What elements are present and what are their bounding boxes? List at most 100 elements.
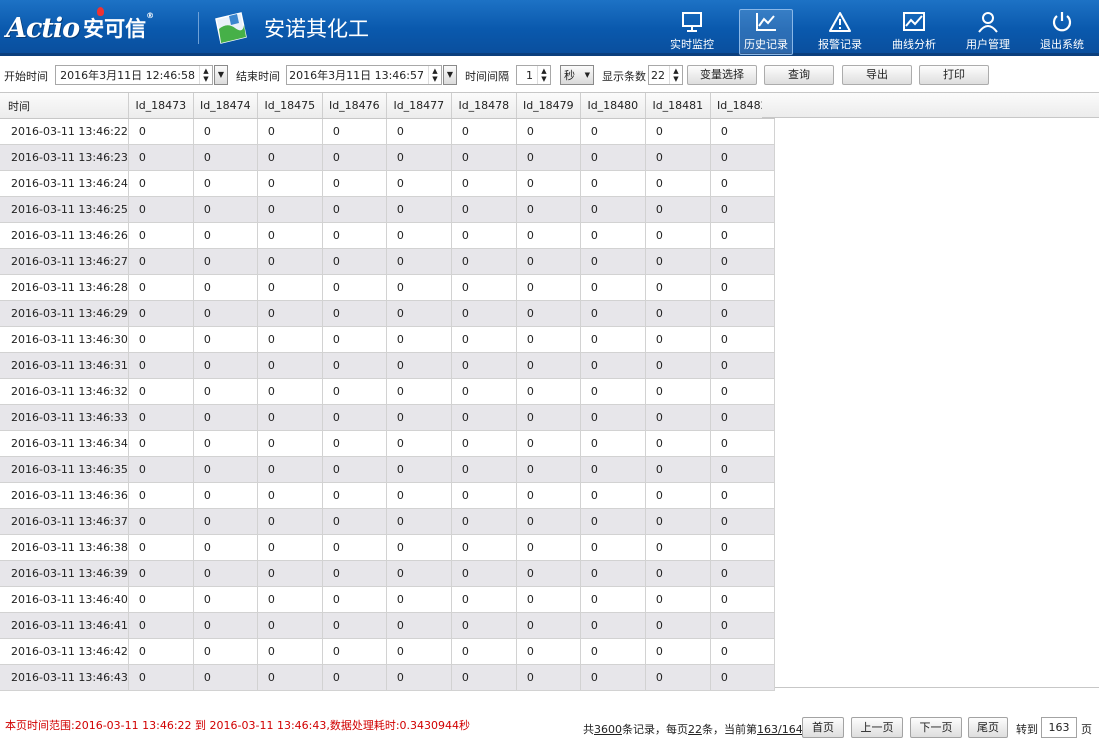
cell-value: 0 [580,482,646,509]
start-time-value: 2016年3月11日 12:46:58 [60,69,195,82]
nav-curve-analysis[interactable]: 曲线分析 [877,0,951,53]
column-header[interactable]: Id_18474 [193,93,258,119]
cell-value: 0 [386,430,452,457]
cell-value: 0 [322,612,387,639]
first-page-button[interactable]: 首页 [802,717,844,738]
next-page-button[interactable]: 下一页 [910,717,962,738]
column-header[interactable]: Id_18473 [128,93,194,119]
table-row[interactable]: 2016-03-11 13:46:23 0 0 0 0 0 0 0 0 0 0 [0,144,775,171]
cell-value: 0 [580,404,646,431]
interval-input[interactable]: 1 ▲ ▼ [516,65,551,85]
cell-value: 0 [710,378,775,405]
end-time-spinner[interactable]: ▲ ▼ [428,66,441,84]
cell-value: 0 [645,534,711,561]
query-button[interactable]: 查询 [764,65,834,85]
table-row[interactable]: 2016-03-11 13:46:29 0 0 0 0 0 0 0 0 0 0 [0,300,775,327]
end-time-dropdown[interactable]: ▼ [443,65,457,85]
table-row[interactable]: 2016-03-11 13:46:35 0 0 0 0 0 0 0 0 0 0 [0,456,775,483]
cell-value: 0 [516,404,581,431]
cell-value: 0 [645,248,711,275]
pager-text: 共 [583,723,594,736]
table-row[interactable]: 2016-03-11 13:46:34 0 0 0 0 0 0 0 0 0 0 [0,430,775,457]
cell-value: 0 [193,196,258,223]
nav-realtime-monitor[interactable]: 实时监控 [655,0,729,53]
print-button[interactable]: 打印 [919,65,989,85]
cell-value: 0 [451,300,517,327]
cell-value: 0 [386,482,452,509]
export-button[interactable]: 导出 [842,65,912,85]
table-row[interactable]: 2016-03-11 13:46:42 0 0 0 0 0 0 0 0 0 0 [0,638,775,665]
cell-value: 0 [580,352,646,379]
cell-value: 0 [516,170,581,197]
cell-value: 0 [322,222,387,249]
table-row[interactable]: 2016-03-11 13:46:31 0 0 0 0 0 0 0 0 0 0 [0,352,775,379]
nav-alarm-records[interactable]: 报警记录 [803,0,877,53]
start-time-input[interactable]: 2016年3月11日 12:46:58 ▲ ▼ [55,65,213,85]
goto-page-input[interactable]: 163 [1041,717,1077,738]
cell-value: 0 [645,482,711,509]
cell-value: 0 [257,404,323,431]
cell-value: 0 [580,300,646,327]
variable-select-button[interactable]: 变量选择 [687,65,757,85]
cell-value: 0 [516,560,581,587]
table-row[interactable]: 2016-03-11 13:46:28 0 0 0 0 0 0 0 0 0 0 [0,274,775,301]
table-row[interactable]: 2016-03-11 13:46:33 0 0 0 0 0 0 0 0 0 0 [0,404,775,431]
prev-page-button[interactable]: 上一页 [851,717,903,738]
table-row[interactable]: 2016-03-11 13:46:40 0 0 0 0 0 0 0 0 0 0 [0,586,775,613]
cell-value: 0 [645,664,711,691]
table-row[interactable]: 2016-03-11 13:46:25 0 0 0 0 0 0 0 0 0 0 [0,196,775,223]
column-header[interactable]: Id_18480 [580,93,646,119]
table-row[interactable]: 2016-03-11 13:46:37 0 0 0 0 0 0 0 0 0 0 [0,508,775,535]
table-row[interactable]: 2016-03-11 13:46:38 0 0 0 0 0 0 0 0 0 0 [0,534,775,561]
column-header-time[interactable]: 时间 [0,93,129,119]
cell-time: 2016-03-11 13:46:22 [0,118,129,145]
column-header[interactable]: Id_18477 [386,93,452,119]
interval-spinner[interactable]: ▲ ▼ [537,66,550,84]
start-time-spinner[interactable]: ▲ ▼ [199,66,212,84]
cell-value: 0 [710,612,775,639]
cell-value: 0 [710,326,775,353]
table-row[interactable]: 2016-03-11 13:46:22 0 0 0 0 0 0 0 0 0 0 [0,118,775,145]
column-header[interactable]: Id_18476 [322,93,387,119]
start-time-dropdown[interactable]: ▼ [214,65,228,85]
cell-value: 0 [128,638,194,665]
table-row[interactable]: 2016-03-11 13:46:26 0 0 0 0 0 0 0 0 0 0 [0,222,775,249]
cell-value: 0 [645,612,711,639]
cell-value: 0 [580,534,646,561]
column-header[interactable]: Id_18479 [516,93,581,119]
table-row[interactable]: 2016-03-11 13:46:43 0 0 0 0 0 0 0 0 0 0 [0,664,775,691]
cell-value: 0 [193,274,258,301]
column-header[interactable]: Id_18478 [451,93,517,119]
end-time-input[interactable]: 2016年3月11日 13:46:57 ▲ ▼ [286,65,442,85]
cell-value: 0 [193,664,258,691]
goto-suffix: 页 [1081,723,1092,736]
table-row[interactable]: 2016-03-11 13:46:36 0 0 0 0 0 0 0 0 0 0 [0,482,775,509]
cell-value: 0 [386,664,452,691]
last-page-button[interactable]: 尾页 [968,717,1008,738]
column-header[interactable]: Id_18481 [645,93,711,119]
count-spinner[interactable]: ▲ ▼ [669,66,682,84]
table-row[interactable]: 2016-03-11 13:46:24 0 0 0 0 0 0 0 0 0 0 [0,170,775,197]
column-header[interactable]: Id_18475 [257,93,323,119]
table-row[interactable]: 2016-03-11 13:46:39 0 0 0 0 0 0 0 0 0 0 [0,560,775,587]
nav-history-records[interactable]: 历史记录 [729,0,803,55]
table-row[interactable]: 2016-03-11 13:46:27 0 0 0 0 0 0 0 0 0 0 [0,248,775,275]
cell-value: 0 [386,534,452,561]
cell-value: 0 [645,118,711,145]
table-row[interactable]: 2016-03-11 13:46:41 0 0 0 0 0 0 0 0 0 0 [0,612,775,639]
cell-value: 0 [710,274,775,301]
cell-value: 0 [322,456,387,483]
cell-value: 0 [451,144,517,171]
table-row[interactable]: 2016-03-11 13:46:30 0 0 0 0 0 0 0 0 0 0 [0,326,775,353]
interval-unit-select[interactable]: 秒 ▼ [560,65,594,85]
count-input[interactable]: 22 ▲ ▼ [648,65,683,85]
nav-exit-system[interactable]: 退出系统 [1025,0,1099,53]
cell-value: 0 [645,638,711,665]
end-time-value: 2016年3月11日 13:46:57 [289,69,424,82]
cell-value: 0 [128,300,194,327]
history-data-grid[interactable]: 时间 Id_18473 Id_18474 Id_18475 Id_18476 Id_184… [0,92,1099,691]
nav-user-management[interactable]: 用户管理 [951,0,1025,53]
table-row[interactable]: 2016-03-11 13:46:32 0 0 0 0 0 0 0 0 0 0 [0,378,775,405]
cell-value: 0 [193,404,258,431]
cell-value: 0 [580,456,646,483]
